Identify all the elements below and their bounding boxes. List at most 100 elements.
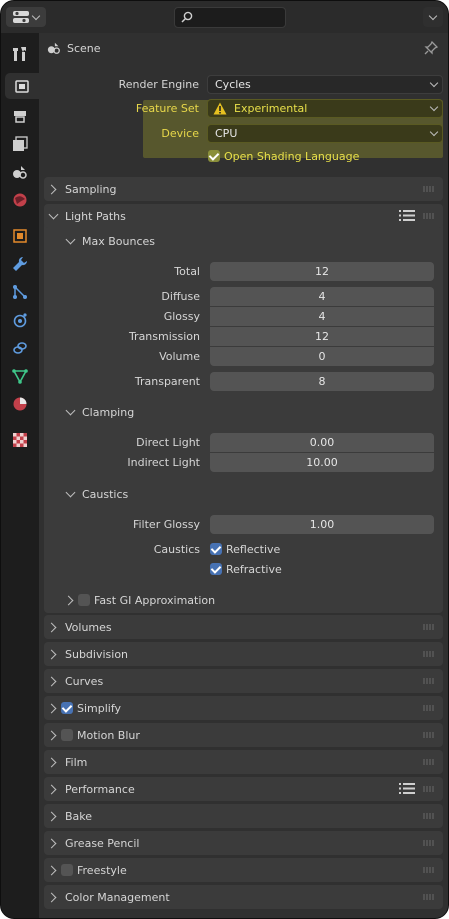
direct-light-field[interactable]: 0.00 (210, 433, 434, 452)
diffuse-bounces-field[interactable]: 4 (210, 287, 434, 306)
drag-handle-icon[interactable] (423, 651, 435, 657)
object-icon (13, 229, 27, 243)
device-value: CPU (215, 127, 238, 140)
chevron-down-icon (65, 487, 76, 498)
particles-icon (13, 285, 27, 299)
reflective-checkbox[interactable] (210, 543, 222, 555)
context-header: Scene (47, 37, 101, 59)
volume-bounces-field[interactable]: 0 (210, 347, 434, 366)
panel-color-management[interactable]: Color Management (44, 885, 443, 909)
options-menu-button[interactable] (423, 7, 443, 27)
chevron-right-icon (46, 784, 57, 794)
warning-icon (213, 102, 227, 115)
freestyle-checkbox[interactable] (61, 864, 73, 876)
refractive-checkbox-row[interactable]: Refractive (210, 559, 282, 579)
transparent-bounces-field[interactable]: 8 (210, 372, 434, 391)
panel-bake[interactable]: Bake (44, 804, 443, 828)
feature-set-label: Feature Set (135, 102, 199, 115)
subpanel-title: Caustics (82, 487, 129, 501)
panel-performance[interactable]: Performance (44, 777, 443, 801)
panel-motion-blur[interactable]: Motion Blur (44, 723, 443, 747)
subpanel-max-bounces[interactable]: Max Bounces (61, 231, 155, 251)
tab-particles[interactable] (7, 279, 33, 305)
chevron-right-icon (46, 703, 57, 713)
chevron-down-icon (429, 102, 439, 112)
properties-editor: Scene Render Engine Cycles Feature Set E… (0, 0, 449, 919)
scene-icon (13, 166, 27, 179)
chevron-right-icon (46, 838, 57, 848)
drag-handle-icon[interactable] (423, 624, 435, 630)
tab-data[interactable] (7, 363, 33, 389)
transmission-bounces-field[interactable]: 12 (210, 327, 434, 346)
render-engine-dropdown[interactable]: Cycles (207, 75, 443, 94)
tab-tool[interactable] (7, 41, 33, 67)
osl-checkbox[interactable] (208, 150, 220, 162)
panel-freestyle[interactable]: Freestyle (44, 858, 443, 882)
drag-handle-icon[interactable] (423, 867, 435, 873)
subpanel-caustics[interactable]: Caustics (61, 484, 128, 504)
subpanel-title: Clamping (82, 405, 135, 419)
panel-simplify[interactable]: Simplify (44, 696, 443, 720)
drag-handle-icon[interactable] (423, 732, 435, 738)
drag-handle-icon[interactable] (423, 705, 435, 711)
tab-modifiers[interactable] (7, 251, 33, 277)
fast-gi-checkbox[interactable] (78, 594, 90, 606)
drag-handle-icon[interactable] (423, 678, 435, 684)
chevron-right-icon (46, 865, 57, 875)
drag-handle-icon[interactable] (423, 813, 435, 819)
tab-constraints[interactable] (7, 335, 33, 361)
world-icon (13, 193, 27, 207)
simplify-checkbox[interactable] (61, 702, 73, 714)
drag-handle-icon[interactable] (423, 759, 435, 765)
chevron-down-icon (48, 209, 59, 220)
tab-view-layer[interactable] (7, 131, 33, 157)
tab-output[interactable] (7, 103, 33, 129)
refractive-checkbox[interactable] (210, 563, 222, 575)
material-icon (13, 397, 27, 411)
device-dropdown[interactable]: CPU (207, 124, 443, 143)
tab-object[interactable] (7, 223, 33, 249)
panel-title: Simplify (77, 701, 122, 715)
search-input[interactable] (174, 7, 286, 28)
presets-list-icon[interactable] (399, 782, 415, 795)
chevron-right-icon (63, 595, 74, 605)
motion-blur-checkbox[interactable] (61, 729, 73, 741)
tab-world[interactable] (7, 187, 33, 213)
drag-handle-icon[interactable] (423, 840, 435, 846)
panel-curves[interactable]: Curves (44, 669, 443, 693)
panel-film[interactable]: Film (44, 750, 443, 774)
subpanel-fast-gi[interactable]: Fast GI Approximation (61, 590, 215, 610)
chevron-down-icon (65, 234, 76, 245)
panel-title: Volumes (65, 620, 112, 634)
reflective-checkbox-row[interactable]: Reflective (210, 539, 280, 559)
panel-title: Freestyle (77, 863, 127, 877)
panel-sampling[interactable]: Sampling (44, 177, 443, 201)
drag-handle-icon[interactable] (423, 213, 435, 219)
tab-physics[interactable] (7, 307, 33, 333)
pin-icon[interactable] (424, 41, 438, 55)
drag-handle-icon[interactable] (423, 186, 435, 192)
panel-title: Performance (65, 782, 135, 796)
panel-subdivision[interactable]: Subdivision (44, 642, 443, 666)
mesh-data-icon (12, 369, 28, 384)
presets-list-icon[interactable] (399, 209, 415, 222)
tab-render[interactable] (5, 73, 39, 99)
chevron-right-icon (46, 757, 57, 767)
tab-texture[interactable] (7, 427, 33, 453)
panel-volumes[interactable]: Volumes (44, 615, 443, 639)
total-bounces-field[interactable]: 12 (210, 262, 434, 281)
indirect-light-field[interactable]: 10.00 (210, 453, 434, 472)
osl-checkbox-row[interactable]: Open Shading Language (208, 146, 359, 166)
editor-type-button[interactable] (6, 7, 46, 27)
drag-handle-icon[interactable] (423, 786, 435, 792)
panel-light-paths-header[interactable]: Light Paths (44, 204, 443, 228)
tab-scene[interactable] (7, 159, 33, 185)
transmission-bounces-label: Transmission (128, 330, 200, 343)
tab-material[interactable] (7, 391, 33, 417)
glossy-bounces-field[interactable]: 4 (210, 307, 434, 326)
filter-glossy-field[interactable]: 1.00 (210, 515, 434, 534)
subpanel-clamping[interactable]: Clamping (61, 402, 134, 422)
drag-handle-icon[interactable] (423, 894, 435, 900)
feature-set-dropdown[interactable]: Experimental (207, 99, 443, 118)
panel-grease-pencil[interactable]: Grease Pencil (44, 831, 443, 855)
